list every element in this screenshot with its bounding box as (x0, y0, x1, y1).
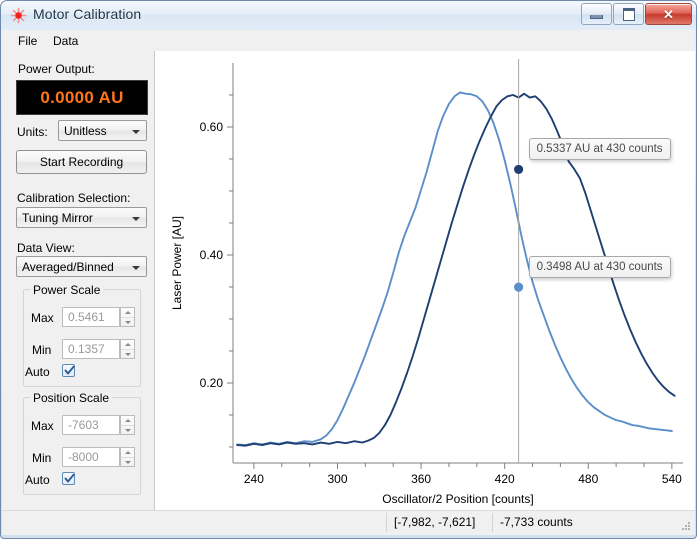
svg-text:360: 360 (411, 472, 431, 486)
calibration-selection-label: Calibration Selection: (17, 191, 131, 205)
stepper-up-icon[interactable] (121, 340, 134, 350)
stepper-up-icon[interactable] (121, 448, 134, 458)
stepper-down-icon[interactable] (121, 426, 134, 435)
calibration-selection-value: Tuning Mirror (22, 211, 93, 225)
data-view-label: Data View: (17, 241, 75, 255)
power-scale-min-value: 0.1357 (68, 342, 105, 356)
svg-text:Oscillator/2 Position [counts]: Oscillator/2 Position [counts] (382, 492, 533, 506)
position-scale-max-stepper[interactable] (120, 415, 135, 435)
data-view-value: Averaged/Binned (22, 260, 114, 274)
tooltip-text: 0.5337 AU at 430 counts (536, 143, 663, 156)
status-range: [-7,982, -7,621] (394, 515, 476, 529)
data-view-combobox[interactable]: Averaged/Binned (16, 256, 147, 277)
svg-text:0.20: 0.20 (200, 376, 224, 390)
svg-text:0.40: 0.40 (200, 248, 224, 262)
minimize-button[interactable] (581, 3, 612, 25)
maximize-button[interactable] (613, 3, 644, 25)
svg-text:540: 540 (662, 472, 682, 486)
calibration-selection-combobox[interactable]: Tuning Mirror (16, 207, 147, 228)
data-tooltip-light[interactable]: 0.3498 AU at 430 counts (528, 256, 671, 279)
status-divider (492, 513, 493, 532)
stepper-down-icon[interactable] (121, 318, 134, 327)
status-bar: [-7,982, -7,621] -7,733 counts (2, 510, 695, 535)
position-scale-min-stepper[interactable] (120, 447, 135, 467)
stepper-down-icon[interactable] (121, 458, 134, 467)
position-scale-title: Position Scale (30, 391, 113, 405)
checkmark-icon (64, 365, 75, 375)
power-scale-max-stepper[interactable] (120, 307, 135, 327)
position-scale-auto-checkbox[interactable] (62, 472, 75, 485)
power-output-display: 0.0000 AU (16, 80, 148, 115)
position-scale-auto-label: Auto (25, 473, 50, 487)
stepper-down-icon[interactable] (121, 350, 134, 359)
status-divider (386, 513, 387, 532)
units-label: Units: (17, 125, 48, 139)
power-scale-max-value: 0.5461 (68, 310, 105, 324)
svg-text:480: 480 (578, 472, 598, 486)
checkmark-icon (64, 473, 75, 483)
position-scale-min-label: Min (32, 451, 52, 465)
title-bar[interactable]: Motor Calibration ✕ (1, 1, 696, 30)
status-position: -7,733 counts (500, 515, 573, 529)
power-scale-auto-label: Auto (25, 365, 50, 379)
position-scale-min-value: -8000 (68, 450, 99, 464)
resize-grip[interactable] (679, 520, 692, 533)
close-icon: ✕ (663, 6, 674, 22)
power-scale-min-stepper[interactable] (120, 339, 135, 359)
chevron-down-icon (132, 217, 140, 221)
power-scale-max-input[interactable]: 0.5461 (62, 307, 120, 327)
laser-power-chart[interactable]: 240 300 360 420 480 540 Oscillator/2 Position … (155, 51, 696, 510)
chart-panel[interactable]: 240 300 360 420 480 540 Oscillator/2 Position … (154, 51, 695, 510)
svg-text:300: 300 (327, 472, 347, 486)
position-scale-max-value: -7603 (68, 418, 99, 432)
stepper-up-icon[interactable] (121, 308, 134, 318)
position-scale-max-label: Max (31, 419, 54, 433)
svg-text:420: 420 (495, 472, 515, 486)
start-recording-button[interactable]: Start Recording (16, 150, 147, 174)
motor-calibration-window: Motor Calibration ✕ File Data Power Outp… (0, 0, 697, 539)
power-scale-title: Power Scale (30, 283, 104, 297)
close-button[interactable]: ✕ (645, 3, 692, 25)
start-recording-label: Start Recording (39, 155, 124, 169)
svg-text:0.60: 0.60 (200, 120, 224, 134)
minimize-icon (590, 14, 603, 19)
chevron-down-icon (132, 266, 140, 270)
power-scale-max-label: Max (31, 311, 54, 325)
chevron-down-icon (132, 130, 140, 134)
units-value: Unitless (64, 124, 107, 138)
svg-text:Laser Power [AU]: Laser Power [AU] (170, 216, 184, 310)
power-scale-min-input[interactable]: 0.1357 (62, 339, 120, 359)
data-tooltip-dark[interactable]: 0.5337 AU at 430 counts (528, 138, 671, 161)
power-output-value: 0.0000 AU (40, 87, 124, 107)
maximize-icon (622, 7, 635, 21)
power-scale-min-label: Min (32, 343, 52, 357)
window-title: Motor Calibration (33, 6, 142, 22)
stepper-up-icon[interactable] (121, 416, 134, 426)
menu-item-data[interactable]: Data (47, 33, 84, 49)
laser-burst-icon (10, 7, 27, 24)
window-controls: ✕ (580, 3, 692, 25)
menu-item-file[interactable]: File (12, 33, 43, 49)
power-scale-auto-checkbox[interactable] (62, 364, 75, 377)
position-scale-max-input[interactable]: -7603 (62, 415, 120, 435)
units-combobox[interactable]: Unitless (58, 120, 147, 141)
menu-bar: File Data (2, 30, 695, 51)
power-output-label: Power Output: (18, 62, 95, 76)
svg-text:240: 240 (244, 472, 264, 486)
position-scale-min-input[interactable]: -8000 (62, 447, 120, 467)
tooltip-text: 0.3498 AU at 430 counts (536, 261, 663, 274)
